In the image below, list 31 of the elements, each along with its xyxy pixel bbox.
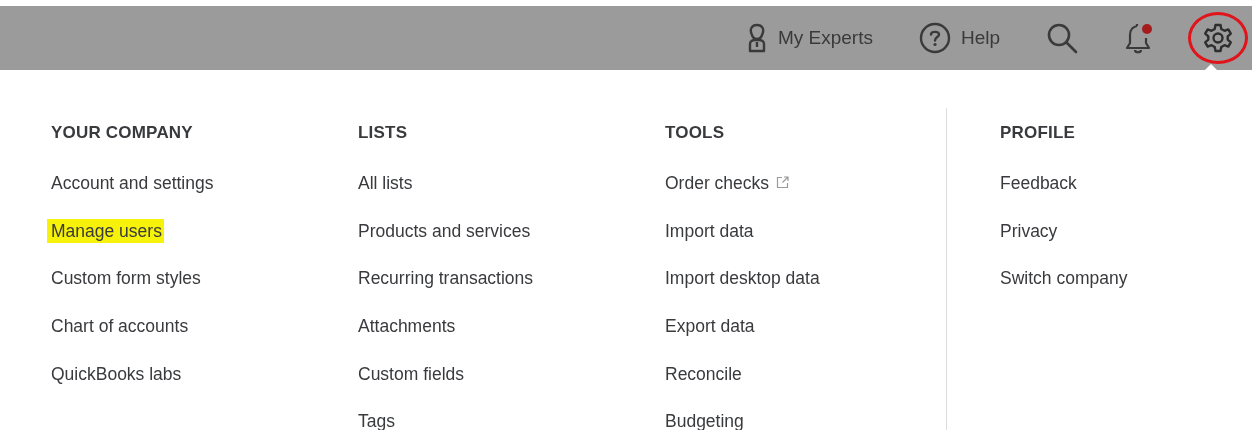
section-heading: PROFILE	[1000, 122, 1077, 144]
settings-button[interactable]	[1188, 12, 1248, 64]
menu-item[interactable]: Attachments	[358, 313, 456, 338]
menu-item[interactable]: QuickBooks labs	[51, 361, 182, 386]
menu-item[interactable]: Import desktop data	[665, 266, 820, 291]
menu-item[interactable]: Budgeting	[665, 409, 744, 430]
section-heading: TOOLS	[665, 122, 726, 144]
menu-item[interactable]: Import data	[665, 218, 754, 243]
menu-item[interactable]: Custom form styles	[51, 266, 201, 291]
help-icon	[918, 22, 951, 54]
experts-button[interactable]: My Experts	[733, 17, 885, 59]
menu-item[interactable]: Tags	[358, 409, 395, 430]
menu-item[interactable]: All lists	[358, 170, 413, 195]
menu-item[interactable]: Manage users	[47, 218, 164, 243]
section-heading: YOUR COMPANY	[51, 122, 194, 144]
menu-item[interactable]: Account and settings	[51, 170, 214, 195]
menu-item[interactable]: Feedback	[1000, 170, 1077, 195]
menu-item[interactable]: Order checks	[665, 170, 770, 195]
menu-item[interactable]: Export data	[665, 313, 755, 338]
menu-item[interactable]: Recurring transactions	[358, 266, 534, 291]
external-link-icon	[776, 176, 790, 190]
section-heading: LISTS	[358, 122, 409, 144]
settings-icon	[1203, 23, 1233, 53]
menu-item[interactable]: Reconcile	[665, 361, 742, 386]
menu-item[interactable]: Custom fields	[358, 361, 464, 386]
menu-item[interactable]: Switch company	[1000, 266, 1128, 291]
search-icon	[1046, 22, 1078, 54]
menu-item[interactable]: Chart of accounts	[51, 313, 189, 338]
help-button[interactable]: Help	[906, 16, 1012, 60]
menu-item[interactable]: Products and services	[358, 218, 531, 243]
menu-item[interactable]: Privacy	[1000, 218, 1058, 243]
